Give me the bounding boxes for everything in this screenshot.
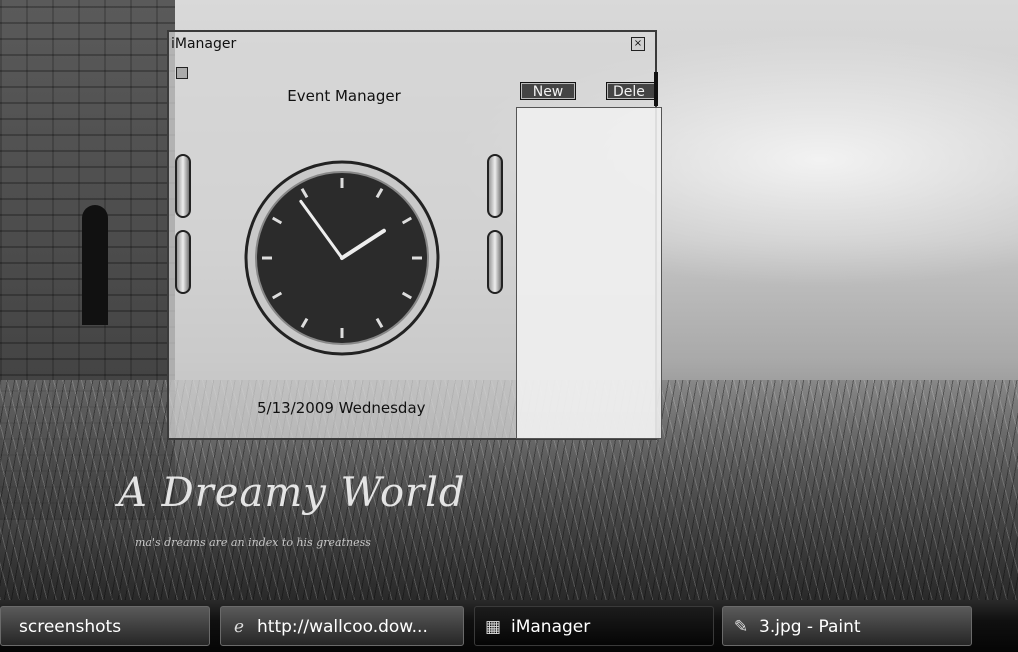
internet-explorer-icon: ℯ	[233, 617, 245, 637]
close-icon[interactable]: ×	[631, 37, 645, 51]
wallpaper-title: A Dreamy World	[118, 470, 466, 516]
taskbar-item-browser[interactable]: ℯ http://wallcoo.dow...	[220, 606, 464, 646]
window-title: iManager	[171, 36, 237, 52]
wallpaper-subtitle: ma's dreams are an index to his greatnes…	[135, 536, 371, 549]
taskbar-item-label: screenshots	[19, 617, 122, 637]
imanager-icon: ▦	[484, 617, 502, 637]
date-label: 5/13/2009 Wednesday	[257, 399, 426, 417]
new-button[interactable]: New	[520, 82, 576, 100]
castle-window	[82, 205, 108, 325]
event-manager-heading: Event Manager	[287, 87, 401, 105]
menu-icon[interactable]	[176, 67, 188, 79]
taskbar-item-screenshots[interactable]: screenshots	[0, 606, 210, 646]
taskbar-item-imanager[interactable]: ▦ iManager	[474, 606, 714, 646]
taskbar-item-label: http://wallcoo.dow...	[257, 617, 428, 637]
taskbar-item-paint[interactable]: ✎ 3.jpg - Paint	[722, 606, 972, 646]
event-list-panel[interactable]	[516, 107, 662, 439]
taskbar: screenshots ℯ http://wallcoo.dow... ▦ iMan…	[0, 600, 1018, 652]
left-top-slider[interactable]	[175, 154, 191, 218]
right-top-slider[interactable]	[487, 154, 503, 218]
scrollbar-thumb[interactable]	[654, 72, 658, 106]
left-bottom-slider[interactable]	[175, 230, 191, 294]
paint-icon: ✎	[733, 617, 749, 637]
taskbar-item-label: 3.jpg - Paint	[759, 617, 861, 637]
imanager-window: iManager × Event Manager 5/13/2009 Wedne…	[167, 30, 662, 440]
delete-button[interactable]: Dele	[606, 82, 656, 100]
analog-clock	[244, 160, 440, 356]
right-bottom-slider[interactable]	[487, 230, 503, 294]
taskbar-item-label: iManager	[511, 617, 591, 637]
